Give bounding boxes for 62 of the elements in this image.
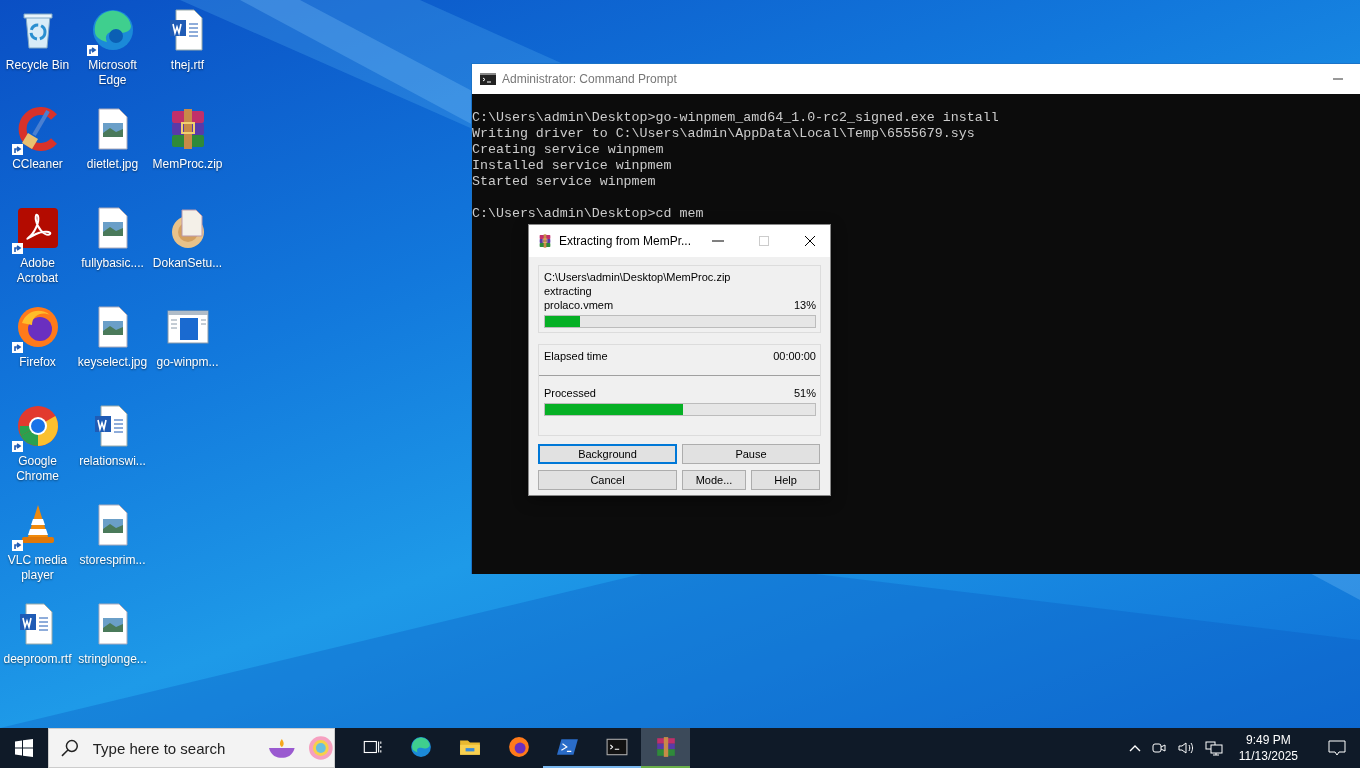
console-line: C:\Users\admin\Desktop>cd mem bbox=[472, 206, 705, 222]
volume-icon[interactable] bbox=[1176, 740, 1195, 756]
chevron-up-icon[interactable] bbox=[1128, 744, 1141, 752]
desktop-icon-label[interactable]: Google Chrome bbox=[0, 454, 75, 484]
dialog-button[interactable]: Background bbox=[538, 444, 677, 464]
desktop-icon-label[interactable]: go-winpm... bbox=[150, 355, 225, 370]
console-icon bbox=[480, 73, 496, 85]
desktop-icon-label[interactable]: DokanSetu... bbox=[150, 256, 225, 271]
window-title: Administrator: Command Prompt bbox=[502, 72, 678, 86]
browser-icon bbox=[507, 736, 530, 758]
clock-date: 11/13/2025 bbox=[1238, 748, 1298, 764]
desktop-icon-label[interactable]: deeproom.rtf bbox=[0, 652, 75, 667]
desktop-icon-label[interactable]: Microsoft Edge bbox=[75, 58, 150, 88]
desktop-icon-label[interactable]: CCleaner bbox=[0, 157, 75, 172]
console-line: Creating service winpmem bbox=[472, 142, 665, 158]
elapsed-label: Elapsed time bbox=[544, 349, 608, 364]
dialog-button[interactable]: Mode... bbox=[682, 470, 746, 490]
search-icon bbox=[61, 739, 79, 757]
camera-icon[interactable] bbox=[1150, 740, 1167, 756]
lamp-icon bbox=[266, 737, 297, 759]
desktop-icon-label[interactable]: Adobe Acrobat bbox=[0, 256, 75, 286]
browser-icon bbox=[409, 736, 432, 758]
dialog-button[interactable]: Cancel bbox=[538, 470, 677, 490]
terminal-icon bbox=[556, 736, 579, 758]
clock[interactable]: 9:49 PM 11/13/2025 bbox=[1232, 732, 1304, 764]
file-percent: 13% bbox=[793, 298, 816, 312]
search-bar[interactable]: Type here to search bbox=[48, 728, 335, 768]
maximize-icon bbox=[759, 236, 769, 246]
desktop-icon-label[interactable]: Firefox bbox=[0, 355, 75, 370]
dialog-button[interactable]: Help bbox=[751, 470, 820, 490]
processed-percent: 51% bbox=[793, 386, 816, 400]
archive-icon bbox=[537, 233, 553, 249]
archive-path: C:\Users\admin\Desktop\MemProc.zip bbox=[544, 270, 732, 284]
clock-time: 9:49 PM bbox=[1246, 732, 1291, 748]
search-field[interactable]: Type here to search bbox=[90, 738, 255, 758]
windows-logo-icon bbox=[15, 739, 33, 757]
desktop-icon-label[interactable]: fullybasic.... bbox=[75, 256, 150, 271]
desktop-icon-label[interactable]: thej.rtf bbox=[150, 58, 225, 73]
desktop-icon-label[interactable]: VLC media player bbox=[0, 553, 75, 583]
desktop-icon-label[interactable]: MemProc.zip bbox=[150, 157, 225, 172]
processed-label: Processed bbox=[544, 386, 596, 400]
desktop-icon-label[interactable]: keyselect.jpg bbox=[75, 355, 150, 370]
console-line: Writing driver to C:\Users\admin\AppData\Local\Temp\6555679.sys bbox=[472, 126, 976, 142]
console-line: Installed service winpmem bbox=[472, 158, 673, 174]
elapsed-value: 00:00:00 bbox=[773, 349, 816, 364]
desktop-icon-label[interactable]: dietlet.jpg bbox=[75, 157, 150, 172]
console-line: Started service winpmem bbox=[472, 174, 657, 190]
console-line: C:\Users\admin\Desktop>go-winpmem_amd64_1.0-rc2_signed.exe install bbox=[472, 110, 1000, 126]
action-text: extracting bbox=[544, 284, 593, 298]
desktop-icon-label[interactable]: relationswi... bbox=[75, 454, 150, 469]
desktop-icon-label[interactable]: storesprim... bbox=[75, 553, 150, 568]
console-icon bbox=[605, 736, 628, 758]
desktop-icon-label[interactable]: stringlonge... bbox=[75, 652, 150, 667]
notification-icon bbox=[1328, 739, 1346, 757]
archive-icon bbox=[654, 736, 677, 758]
window-title: Extracting from MemPr... bbox=[559, 234, 692, 248]
dialog-button[interactable]: Pause bbox=[682, 444, 820, 464]
flower-icon bbox=[308, 735, 334, 761]
desktop-icon-label[interactable]: Recycle Bin bbox=[0, 58, 75, 73]
file-name: prolaco.vmem bbox=[544, 298, 614, 312]
close-icon bbox=[804, 235, 816, 247]
network-icon[interactable] bbox=[1204, 740, 1223, 756]
